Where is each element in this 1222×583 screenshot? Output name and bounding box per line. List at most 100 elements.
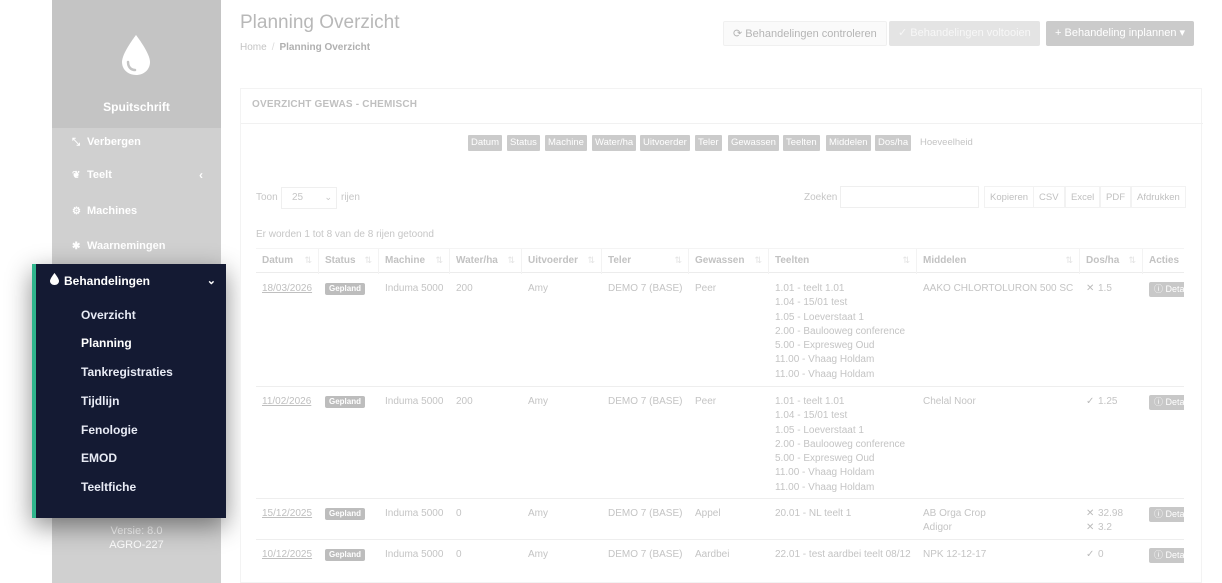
submenu-item-planning[interactable]: Planning <box>81 336 132 350</box>
export-excel-button[interactable]: Excel <box>1065 186 1101 208</box>
sidebar-item-behandelingen[interactable]: Behandelingen ⌄ <box>50 272 220 290</box>
check-treatments-button[interactable]: ⟳ Behandelingen controleren <box>723 21 887 46</box>
cell-teler: DEMO 7 (BASE) <box>608 396 683 407</box>
cell-machine: Induma 5000 <box>385 549 444 560</box>
table-row: 18/03/2026 Gepland Induma 5000 200 Amy DEMO 7… <box>256 274 1184 387</box>
submenu-item-overzicht[interactable]: Overzicht <box>81 308 136 322</box>
sort-icon: ⇅ <box>754 255 762 265</box>
cell-middelen: AAKO CHLORTOLURON 500 SC <box>917 274 1080 387</box>
logo-area: Spuitschrift <box>52 0 221 128</box>
drop-logo-icon <box>122 35 150 75</box>
cell-acties: ⓘ Details <box>1143 274 1184 387</box>
toggle-gewassen[interactable]: Gewassen <box>728 135 779 151</box>
cross-icon: ✕ <box>1086 283 1095 294</box>
cell-datum[interactable]: 18/03/2026 <box>256 274 319 387</box>
cell-gewas: Peer <box>695 283 717 294</box>
sort-icon: ⇅ <box>1065 255 1073 265</box>
teelt-line: 11.00 - Vhaag Holdam <box>775 481 875 493</box>
export-print-button[interactable]: Afdrukken <box>1131 186 1186 208</box>
search-input[interactable] <box>840 186 979 208</box>
details-button[interactable]: ⓘ Details <box>1149 548 1184 563</box>
th-uitvoerder[interactable]: Uitvoerder ⇅ <box>522 249 602 274</box>
status-badge: Gepland <box>325 396 366 408</box>
sidebar-item-teelt[interactable]: ❦ Teelt ‹ <box>52 165 221 185</box>
plan-treatment-button[interactable]: + Behandeling inplannen ▾ <box>1046 21 1195 46</box>
build-label: AGRO-227 <box>109 539 164 551</box>
submenu-item-teeltfiche[interactable]: Teeltfiche <box>81 480 136 494</box>
cell-status: Gepland <box>319 540 379 583</box>
toggle-teelten[interactable]: Teelten <box>783 135 820 151</box>
complete-treatments-button[interactable]: ✓ Behandelingen voltooien <box>889 21 1040 46</box>
details-button[interactable]: ⓘ Details <box>1149 507 1184 522</box>
dose-line: ✓ 0 <box>1086 548 1143 562</box>
cell-dos: ✕ 32.98 ✕ 3.2 <box>1080 499 1143 540</box>
export-copy-button[interactable]: Kopieren <box>984 186 1035 208</box>
table-row: 11/02/2026 Gepland Induma 5000 200 Amy DEMO 7… <box>256 387 1184 499</box>
cell-dos: ✓ 1.25 <box>1080 387 1143 499</box>
details-button[interactable]: ⓘ Details <box>1149 282 1184 297</box>
export-pdf-button[interactable]: PDF <box>1100 186 1131 208</box>
teelt-line: 2.00 - Baulooweg conference <box>775 325 906 337</box>
dose-line: ✓ 1.25 <box>1086 395 1143 409</box>
sidebar-item-machines[interactable]: ⚙ Machines <box>52 201 221 221</box>
toggle-hoeveelheid[interactable]: Hoeveelheid <box>917 135 976 151</box>
cell-gewas: Appel <box>695 508 721 519</box>
th-machine[interactable]: Machine ⇅ <box>379 249 450 274</box>
teelt-line: 5.00 - Expresweg Oud <box>775 453 875 465</box>
teelt-line: 1.01 - teelt 1.01 <box>775 283 845 294</box>
th-water[interactable]: Water/ha ⇅ <box>450 249 522 274</box>
cell-middelen: NPK 12-12-17 <box>917 540 1080 583</box>
cell-dos: ✕ 1.5 <box>1080 274 1143 387</box>
details-button[interactable]: ⓘ Details <box>1149 395 1184 410</box>
dose-line: ✕ 32.98 <box>1086 507 1143 521</box>
check-icon: ✓ <box>1086 396 1095 407</box>
cell-datum[interactable]: 11/02/2026 <box>256 387 319 499</box>
toggle-dos[interactable]: Dos/ha <box>875 135 912 151</box>
th-status[interactable]: Status ⇅ <box>319 249 379 274</box>
cell-datum[interactable]: 10/12/2025 <box>256 540 319 583</box>
page-length-select[interactable]: 25 ⌄ <box>281 187 337 209</box>
sidebar-item-waarnemingen[interactable]: ✱ Waarnemingen <box>52 236 221 256</box>
submenu-item-fenologie[interactable]: Fenologie <box>81 423 138 437</box>
toggle-water[interactable]: Water/ha <box>592 135 637 151</box>
cell-teelten: 20.01 - NL teelt 1 <box>769 499 917 540</box>
th-middelen[interactable]: Middelen ⇅ <box>917 249 1080 274</box>
compress-icon: ⤡ <box>72 137 80 148</box>
cell-gewas: Aardbei <box>695 549 730 560</box>
toggle-uitvoerder[interactable]: Uitvoerder <box>640 135 690 151</box>
breadcrumb-home[interactable]: Home <box>240 42 267 53</box>
toggle-middelen[interactable]: Middelen <box>826 135 871 151</box>
cross-icon: ✕ <box>1086 508 1095 519</box>
search-label: Zoeken <box>804 192 838 203</box>
tractor-icon: ⚙ <box>72 206 81 217</box>
teelt-line: 2.00 - Baulooweg conference <box>775 438 906 450</box>
details-label: Details <box>1165 284 1184 294</box>
sidebar-item-verbergen[interactable]: ⤡ Verbergen <box>52 132 221 152</box>
sort-icon: ⇅ <box>587 255 595 265</box>
cell-datum[interactable]: 15/12/2025 <box>256 499 319 540</box>
th-datum[interactable]: Datum ⇅ <box>256 249 319 274</box>
toggle-status[interactable]: Status <box>507 135 540 151</box>
cell-uitvoerder: Amy <box>528 508 548 519</box>
info-icon: ⓘ <box>1154 284 1166 294</box>
cell-uitvoerder: Amy <box>528 283 548 294</box>
cell-dos: ✓ 0 <box>1080 540 1143 583</box>
middel-line: NPK 12-12-17 <box>923 549 987 560</box>
export-csv-button[interactable]: CSV <box>1033 186 1065 208</box>
sort-icon: ⇅ <box>902 255 910 265</box>
th-teelten[interactable]: Teelten ⇅ <box>769 249 917 274</box>
toggle-teler[interactable]: Teler <box>695 135 722 151</box>
cell-middelen: AB Orga Crop Adigor <box>917 499 1080 540</box>
cell-teelten: 22.01 - test aardbei teelt 08/12 <box>769 540 917 583</box>
th-dos[interactable]: Dos/ha ⇅ <box>1080 249 1143 274</box>
sort-icon: ⇅ <box>507 255 515 265</box>
toggle-datum[interactable]: Datum <box>468 135 502 151</box>
cell-teler: DEMO 7 (BASE) <box>608 283 683 294</box>
info-icon: ⓘ <box>1154 550 1166 560</box>
submenu-item-tankregistraties[interactable]: Tankregistraties <box>81 365 173 379</box>
toggle-machine[interactable]: Machine <box>545 135 587 151</box>
submenu-item-tijdlijn[interactable]: Tijdlijn <box>81 394 119 408</box>
th-gewassen[interactable]: Gewassen ⇅ <box>689 249 769 274</box>
submenu-item-emod[interactable]: EMOD <box>81 451 117 465</box>
th-teler[interactable]: Teler ⇅ <box>602 249 689 274</box>
